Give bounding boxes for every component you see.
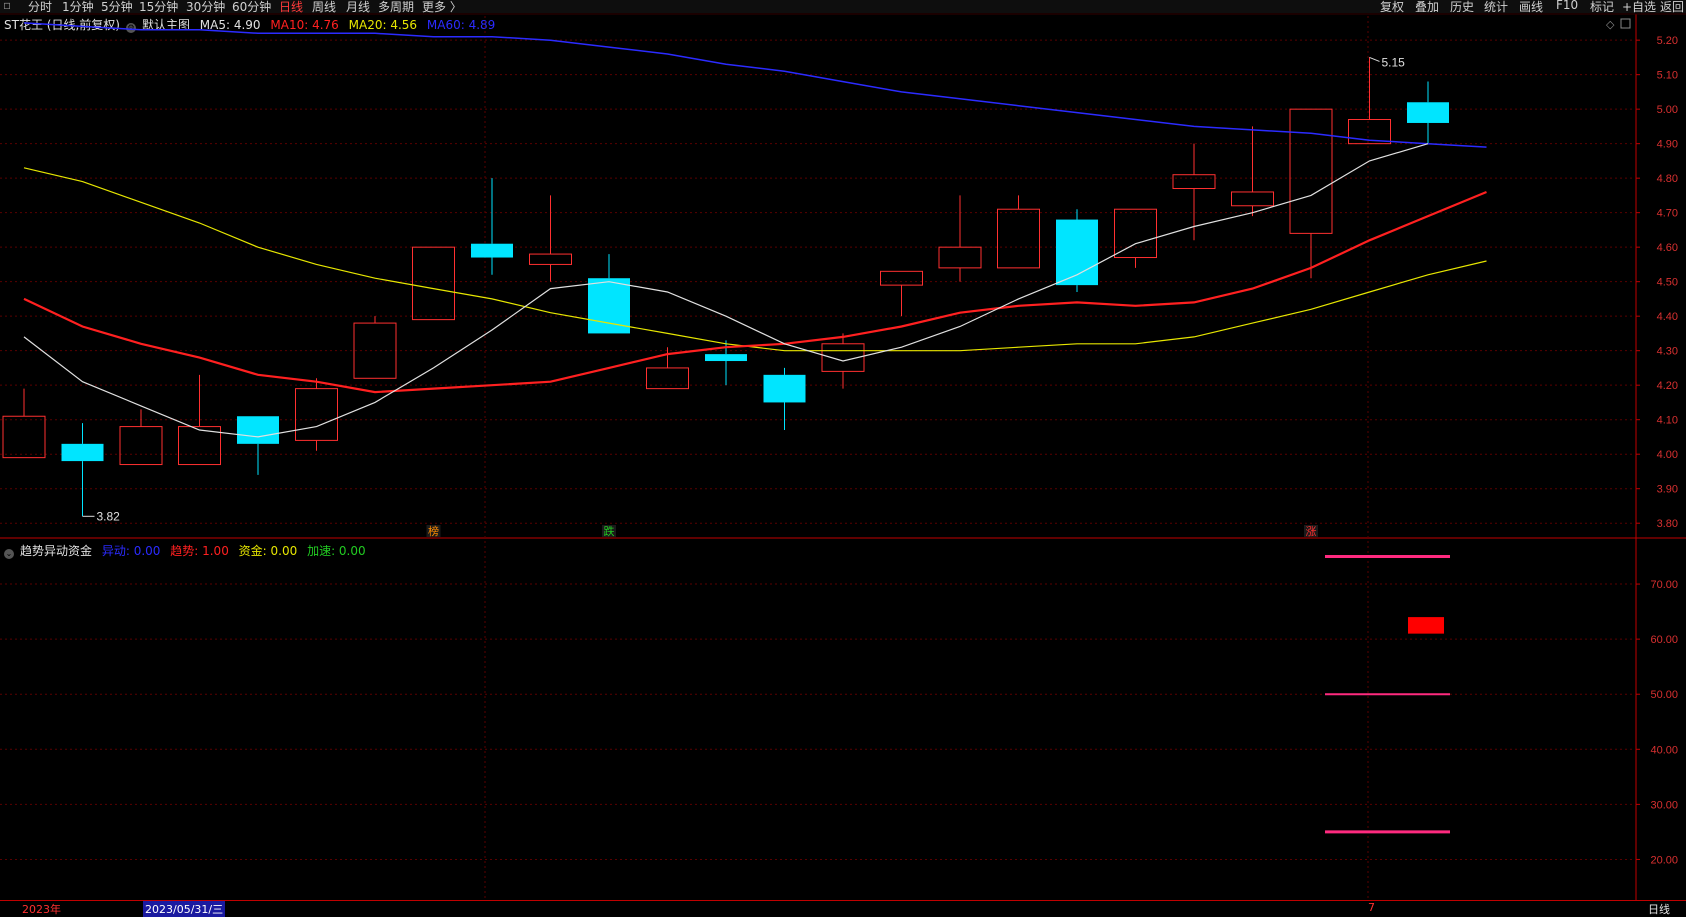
indicator-red-bar: [1408, 617, 1444, 634]
candle-body-down: [705, 354, 747, 362]
diamond-icon[interactable]: ◇: [1606, 18, 1615, 31]
candle-body-up: [997, 208, 1040, 269]
candle-body-down: [61, 443, 104, 462]
indicator-tick-label: 50.00: [1650, 689, 1678, 701]
month-marker: 7: [1368, 901, 1375, 914]
event-marker: 榜: [428, 524, 439, 538]
candle-body-up: [938, 246, 982, 269]
candle-body-down: [1407, 102, 1449, 123]
candle-body-up: [1172, 174, 1216, 190]
candle-body-down: [237, 416, 279, 444]
ma5-line: [23, 143, 1429, 438]
indicator-tick-label: 30.00: [1650, 799, 1678, 811]
bottom-bar: 2023年 2023/05/31/三 7 日线: [0, 900, 1686, 917]
candle-body-up: [412, 246, 455, 321]
candle-body-up: [646, 367, 689, 390]
price-tick-label: 4.50: [1657, 277, 1678, 289]
ma20-line: [23, 167, 1487, 352]
price-tick-label: 4.90: [1657, 139, 1678, 151]
ma60-line: [23, 22, 1487, 148]
event-marker: 涨: [1306, 525, 1317, 538]
candle-body-down: [471, 243, 513, 258]
price-tick-label: 4.70: [1657, 208, 1678, 220]
low-price-label: 3.82: [97, 509, 121, 523]
event-marker: 跌: [604, 524, 615, 538]
high-price-label: 5.15: [1382, 55, 1406, 69]
price-tick-label: 4.20: [1657, 380, 1678, 392]
indicator-tick-label: 60.00: [1650, 634, 1678, 646]
price-tick-label: 5.00: [1657, 104, 1678, 116]
candle-body-up: [1289, 108, 1333, 234]
price-tick-label: 3.80: [1657, 518, 1678, 530]
price-tick-label: 5.10: [1657, 70, 1678, 82]
candle-body-up: [1114, 208, 1157, 259]
maximize-icon[interactable]: [1620, 18, 1631, 29]
candle-body-up: [2, 415, 46, 459]
indicator-tick-label: 40.00: [1650, 744, 1678, 756]
candle-body-up: [880, 270, 923, 286]
price-tick-label: 4.60: [1657, 242, 1678, 254]
price-tick-label: 4.80: [1657, 173, 1678, 185]
price-tick-label: 4.40: [1657, 311, 1678, 323]
candle-body-up: [119, 426, 163, 466]
price-tick-label: 5.20: [1657, 35, 1678, 47]
price-tick-label: 3.90: [1657, 484, 1678, 496]
indicator-tick-label: 70.00: [1650, 579, 1678, 591]
indicator-tick-label: 20.00: [1650, 854, 1678, 866]
chart-canvas[interactable]: 5.20 5.10 5.00 4.90 4.80 4.70 4.60 4.50 4.40 4.30…: [0, 0, 1686, 915]
candle-body-up: [295, 388, 338, 441]
ma10-line: [23, 190, 1487, 394]
candle-body-up: [529, 253, 572, 265]
high-arrow: [1369, 56, 1380, 62]
price-tick-label: 4.30: [1657, 346, 1678, 358]
price-tick-label: 4.00: [1657, 449, 1678, 461]
candle-body-up: [1231, 191, 1274, 207]
price-tick-label: 4.10: [1657, 415, 1678, 427]
candle-body-down: [763, 374, 806, 403]
